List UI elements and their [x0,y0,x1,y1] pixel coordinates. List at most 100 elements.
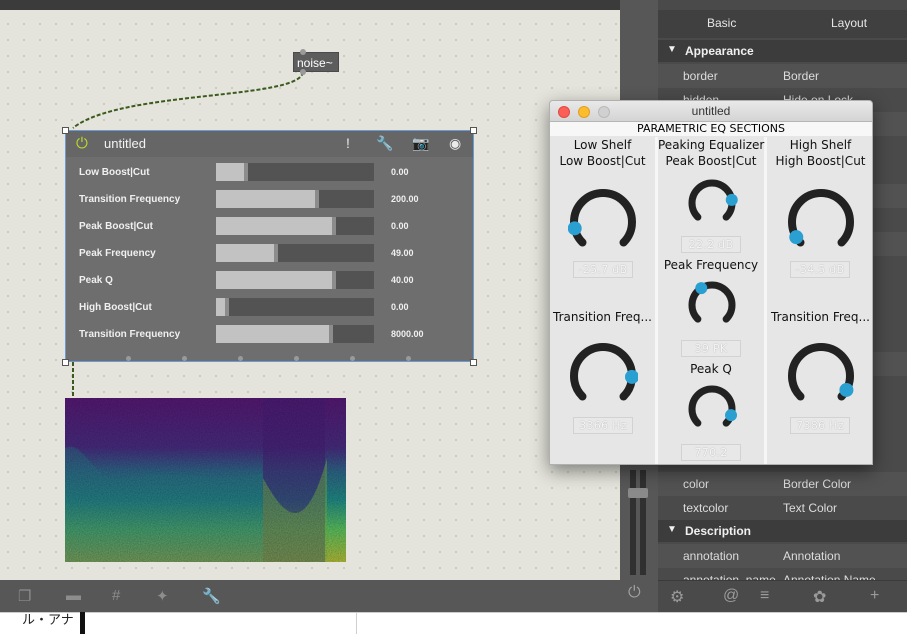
dsp-power-icon[interactable]: ⏻ [628,584,641,602]
close-button[interactable] [558,106,570,118]
slider-thumb[interactable] [244,163,248,181]
grid-icon[interactable]: # [112,587,120,604]
peak-freq-number[interactable]: 39 PK [681,340,741,357]
noise-inlet[interactable] [300,49,306,55]
outlet-dot[interactable] [406,356,411,361]
level-meter-right [640,470,646,575]
bpatcher-header: ⏻ untitled ! 🔧 📷 ◉ [66,131,473,157]
dial-knob[interactable] [725,193,738,206]
wrench-icon[interactable]: 🔧 [202,587,221,605]
outlet-dot[interactable] [294,356,299,361]
high-freq-dial[interactable] [786,341,856,411]
presentation-icon[interactable]: ❐ [18,587,31,605]
warning-icon[interactable]: ! [346,135,350,151]
inspector-row[interactable]: border Border [658,64,907,88]
minimize-button[interactable] [578,106,590,118]
comment-icon[interactable]: ▬ [66,587,81,604]
window-titlebar[interactable]: untitled [550,101,872,122]
param-label: Low Boost|Cut [79,167,150,178]
peak-boost-number[interactable]: 22.2 dB [681,236,741,253]
param-slider[interactable] [216,325,374,343]
dial-knob[interactable] [839,382,854,397]
param-slider[interactable] [216,190,374,208]
high-freq-number[interactable]: 7386 Hz [790,417,850,434]
peak-boost-dial[interactable] [686,177,738,229]
param-value: 200.00 [391,194,419,204]
dial-knob[interactable] [568,221,582,236]
slider-fill [216,271,336,289]
resize-handle[interactable] [62,359,69,366]
inspector-row[interactable]: annotation Annotation [658,544,907,568]
divider [356,612,357,634]
flower-icon[interactable]: ✿ [813,587,826,607]
resize-handle[interactable] [470,359,477,366]
slider-thumb[interactable] [274,244,278,262]
slider-thumb[interactable] [329,325,333,343]
bpatcher[interactable]: ⏻ untitled ! 🔧 📷 ◉ Low Boost|Cut 0.00 Tran… [65,130,474,362]
param-slider[interactable] [216,271,374,289]
noise-object[interactable]: noise~ [293,49,339,75]
peak-freq-dial[interactable] [686,279,738,331]
low-freq-dial[interactable] [568,341,638,411]
param-label: Peak Boost|Cut [79,221,153,232]
plus-icon[interactable]: + [870,587,879,605]
dial-track [570,343,636,401]
sliders-icon[interactable]: ≡ [760,587,769,605]
slider-thumb[interactable] [332,271,336,289]
dial-knob[interactable] [695,282,708,295]
param-value: 0.00 [391,167,409,177]
tab-layout[interactable]: Layout [831,16,867,30]
low-freq-label: Transition Freq... [553,310,652,324]
slider-thumb[interactable] [332,217,336,235]
peak-q-dial[interactable] [686,383,738,435]
section-description[interactable]: ▼ Description [658,520,907,542]
param-value: 49.00 [391,248,414,258]
param-slider[interactable] [216,244,374,262]
dial-knob[interactable] [789,230,804,245]
low-boost-dial[interactable] [568,187,638,257]
spectrogram [65,398,346,562]
inspector-row[interactable]: textcolor Text Color [658,496,907,520]
outlet-dot[interactable] [238,356,243,361]
dial-knob[interactable] [725,409,738,422]
eq-window: untitled PARAMETRIC EQ SECTIONS Low Shel… [549,100,873,465]
gear-icon[interactable]: ⚙ [670,587,684,607]
resize-handle[interactable] [62,127,69,134]
zoom-button[interactable] [598,106,610,118]
slider-thumb[interactable] [225,298,229,316]
high-boost-dial[interactable] [786,187,856,257]
expand-triangle-icon: ▼ [667,44,677,55]
outlet-dot[interactable] [350,356,355,361]
high-shelf-title: High Shelf [789,138,852,152]
param-slider[interactable] [216,217,374,235]
noise-outlet[interactable] [300,69,306,75]
camera-icon[interactable]: 📷 [412,135,429,152]
inspector-row[interactable]: color Border Color [658,472,907,496]
gain-slider-knob[interactable] [628,488,648,498]
resize-handle[interactable] [470,127,477,134]
low-boost-number[interactable]: -25.7 dB [573,261,633,278]
tab-basic[interactable]: Basic [707,16,736,30]
snapshot-icon[interactable]: ◉ [449,135,461,152]
at-icon[interactable]: @ [723,587,739,605]
peak-q-number[interactable]: 770.2 [681,444,741,461]
power-icon[interactable]: ⏻ [76,135,88,152]
patch-cord-noise[interactable] [72,71,304,129]
outlet-dot[interactable] [182,356,187,361]
dial-knob[interactable] [624,369,638,384]
slider-fill [216,244,278,262]
low-freq-number[interactable]: 3366 Hz [573,417,633,434]
slider-fill [216,325,333,343]
param-value: 0.00 [391,221,409,231]
slider-thumb[interactable] [315,190,319,208]
peak-q-label: Peak Q [690,362,732,376]
param-slider[interactable] [216,298,374,316]
section-appearance[interactable]: ▼ Appearance [658,40,907,62]
high-boost-number[interactable]: -34.5 dB [790,261,850,278]
wrench-icon[interactable]: 🔧 [376,135,393,152]
outlet-dot[interactable] [126,356,131,361]
param-slider[interactable] [216,163,374,181]
snap-icon[interactable]: ✦ [156,587,169,605]
param-row: Peak Frequency 49.00 [66,241,473,268]
param-label: Transition Frequency [79,194,181,205]
